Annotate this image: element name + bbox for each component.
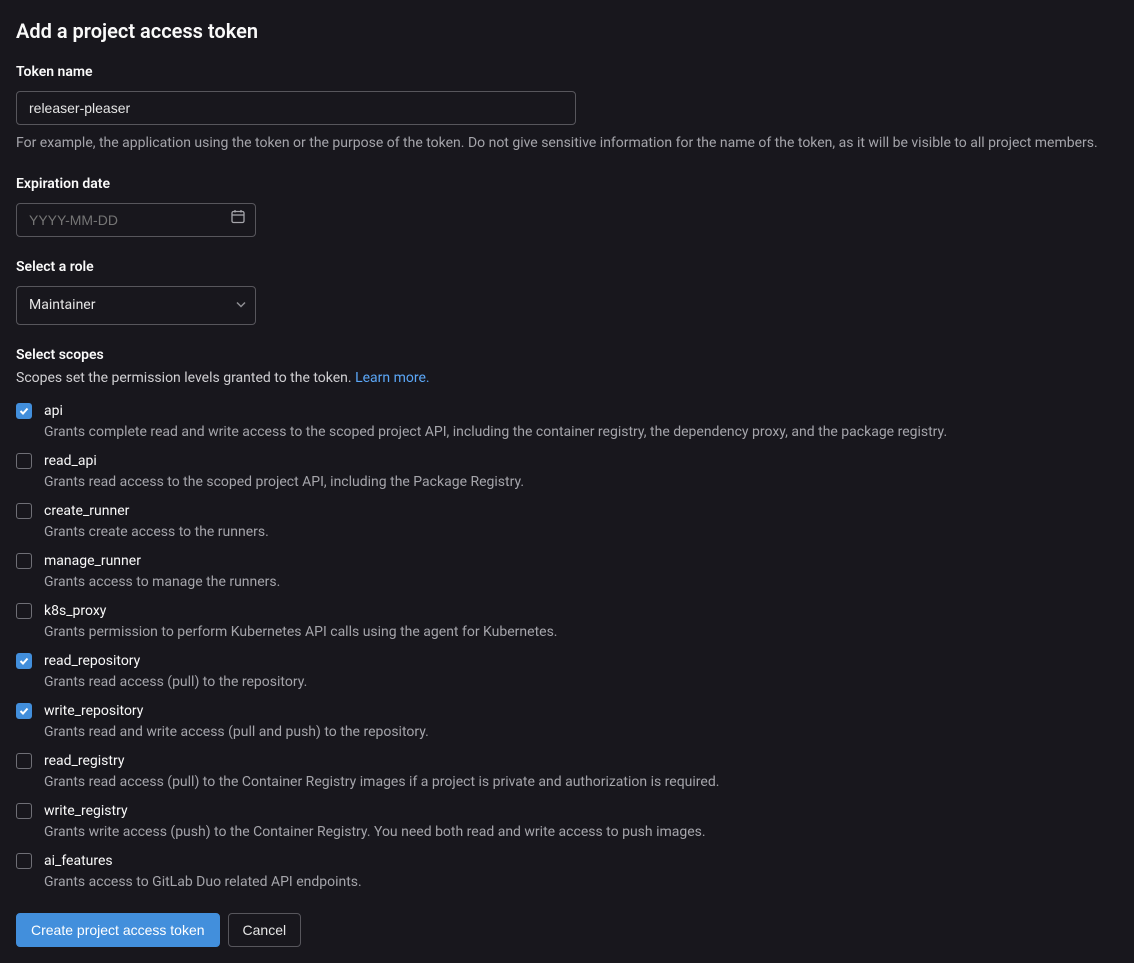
scope-item-k8s_proxy: k8s_proxyGrants permission to perform Ku…: [16, 601, 1118, 643]
scope-name: read_registry: [44, 751, 1118, 772]
scope-checkbox-k8s_proxy[interactable]: [16, 603, 32, 619]
scope-description: Grants read access to the scoped project…: [44, 472, 1118, 493]
scope-checkbox-manage_runner[interactable]: [16, 553, 32, 569]
role-select[interactable]: Maintainer: [16, 286, 256, 325]
scope-checkbox-create_runner[interactable]: [16, 503, 32, 519]
scope-checkbox-write_repository[interactable]: [16, 703, 32, 719]
scope-checkbox-read_api[interactable]: [16, 453, 32, 469]
scope-checkbox-ai_features[interactable]: [16, 853, 32, 869]
scope-description: Grants read and write access (pull and p…: [44, 722, 1118, 743]
scope-name: create_runner: [44, 501, 1118, 522]
scope-description: Grants complete read and write access to…: [44, 422, 1118, 443]
scope-name: ai_features: [44, 851, 1118, 872]
expiration-label: Expiration date: [16, 174, 1118, 195]
scope-description: Grants read access (pull) to the reposit…: [44, 672, 1118, 693]
scope-description: Grants access to GitLab Duo related API …: [44, 872, 1118, 893]
scope-item-read_api: read_apiGrants read access to the scoped…: [16, 451, 1118, 493]
scope-checkbox-api[interactable]: [16, 403, 32, 419]
scope-item-ai_features: ai_featuresGrants access to GitLab Duo r…: [16, 851, 1118, 893]
scopes-description: Scopes set the permission levels granted…: [16, 368, 1118, 389]
scope-name: read_repository: [44, 651, 1118, 672]
scope-checkbox-read_registry[interactable]: [16, 753, 32, 769]
scope-name: manage_runner: [44, 551, 1118, 572]
scope-description: Grants permission to perform Kubernetes …: [44, 622, 1118, 643]
scope-item-api: apiGrants complete read and write access…: [16, 401, 1118, 443]
token-name-input[interactable]: [16, 91, 576, 125]
learn-more-link[interactable]: Learn more.: [355, 370, 430, 386]
scope-description: Grants write access (push) to the Contai…: [44, 822, 1118, 843]
page-title: Add a project access token: [16, 16, 1118, 46]
create-token-button[interactable]: Create project access token: [16, 913, 220, 947]
token-name-help: For example, the application using the t…: [16, 133, 1116, 154]
scope-name: read_api: [44, 451, 1118, 472]
cancel-button[interactable]: Cancel: [228, 913, 302, 947]
scope-item-read_registry: read_registryGrants read access (pull) t…: [16, 751, 1118, 793]
scope-item-read_repository: read_repositoryGrants read access (pull)…: [16, 651, 1118, 693]
scope-description: Grants create access to the runners.: [44, 522, 1118, 543]
scope-description: Grants access to manage the runners.: [44, 572, 1118, 593]
role-label: Select a role: [16, 257, 1118, 278]
scope-name: k8s_proxy: [44, 601, 1118, 622]
scope-item-manage_runner: manage_runnerGrants access to manage the…: [16, 551, 1118, 593]
scope-item-create_runner: create_runnerGrants create access to the…: [16, 501, 1118, 543]
scope-name: write_registry: [44, 801, 1118, 822]
scope-name: api: [44, 401, 1118, 422]
token-name-label: Token name: [16, 62, 1118, 83]
scope-checkbox-read_repository[interactable]: [16, 653, 32, 669]
expiration-input[interactable]: [16, 203, 256, 237]
scope-name: write_repository: [44, 701, 1118, 722]
scope-item-write_repository: write_repositoryGrants read and write ac…: [16, 701, 1118, 743]
scopes-label: Select scopes: [16, 345, 1118, 366]
scope-description: Grants read access (pull) to the Contain…: [44, 772, 1118, 793]
scope-item-write_registry: write_registryGrants write access (push)…: [16, 801, 1118, 843]
scope-checkbox-write_registry[interactable]: [16, 803, 32, 819]
